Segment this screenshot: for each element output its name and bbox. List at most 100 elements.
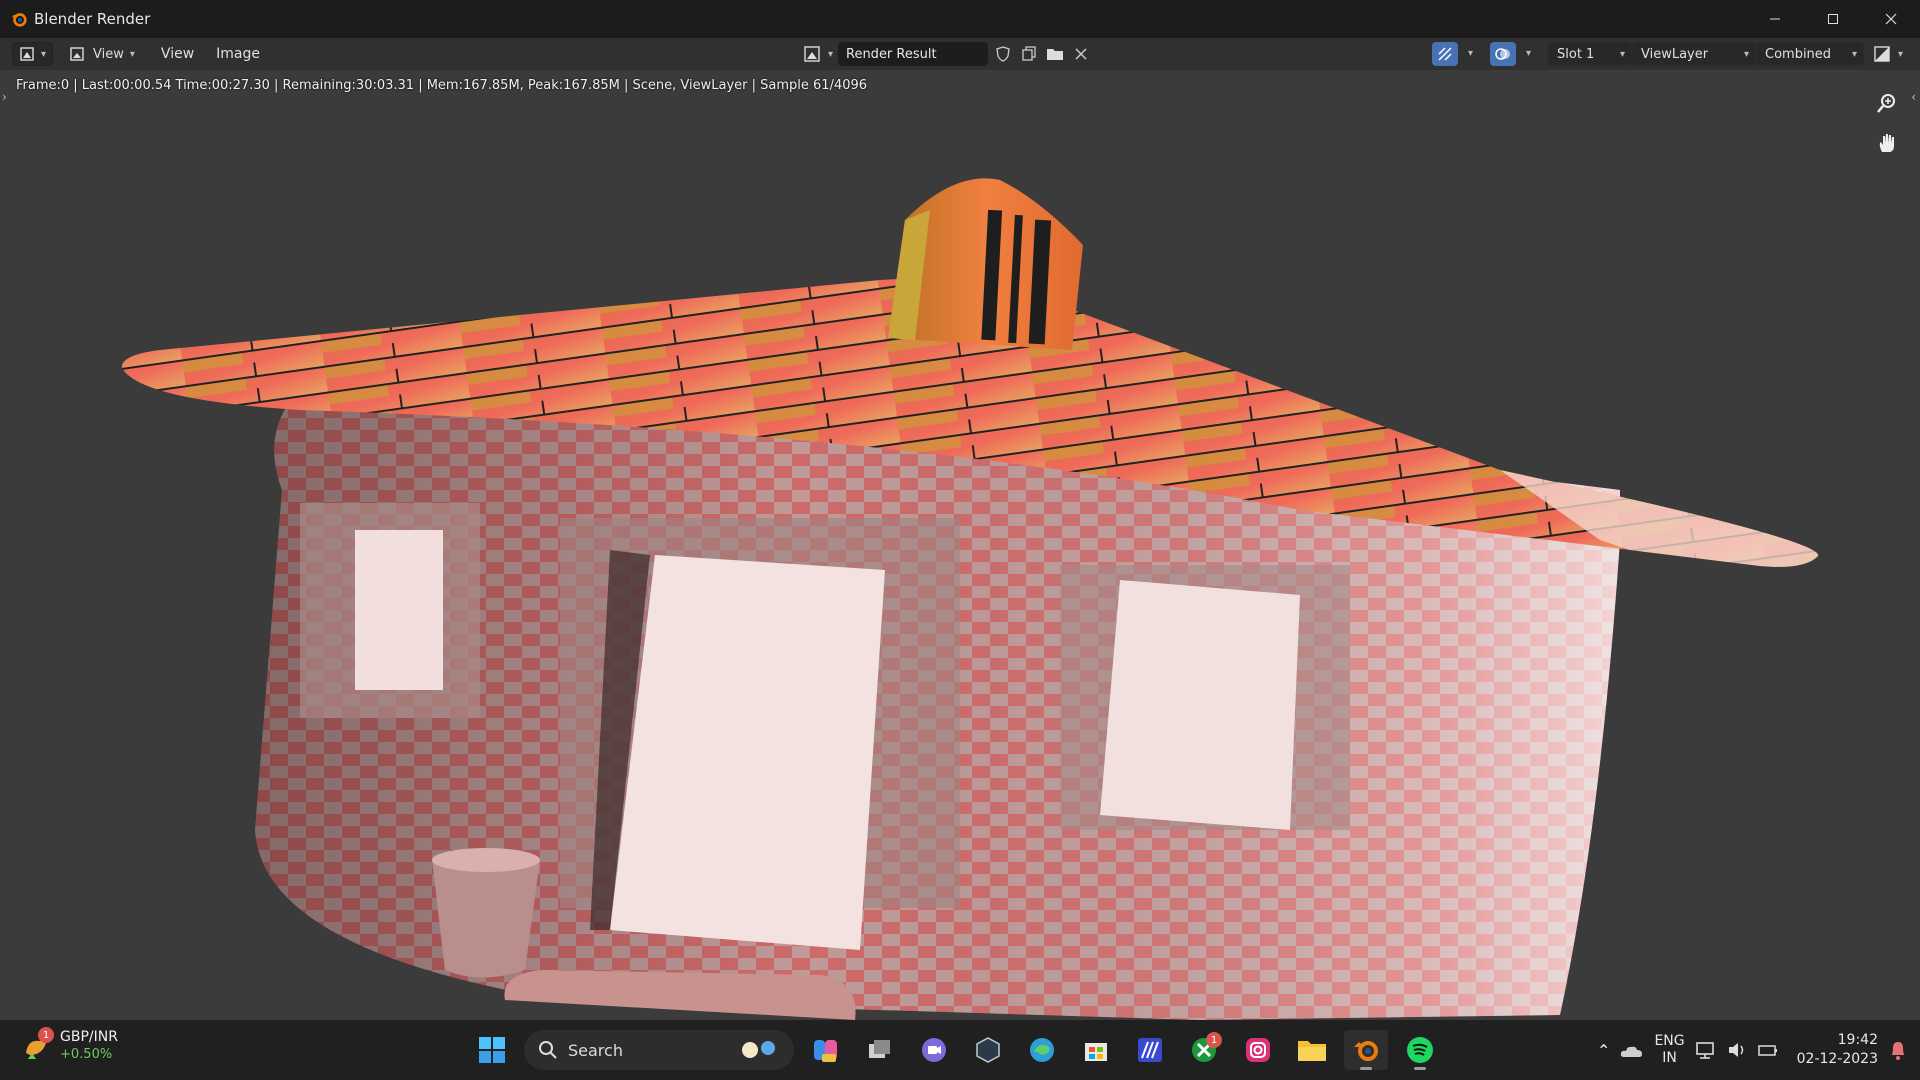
fake-user-button[interactable] <box>990 42 1016 66</box>
taskbar-app-edge[interactable] <box>1020 1030 1064 1070</box>
browse-image-button[interactable]: ▾ <box>798 42 839 66</box>
currency-icon: 1 <box>22 1027 54 1061</box>
image-view-icon <box>70 47 84 61</box>
overlay-icon <box>1495 48 1510 60</box>
clock[interactable]: 19:42 02-12-2023 <box>1797 1031 1878 1069</box>
chevron-down-icon: ▾ <box>129 48 135 60</box>
window-title: Blender Render <box>34 10 151 28</box>
editor-type-button[interactable]: ▾ <box>12 42 54 66</box>
window-controls <box>1746 0 1920 38</box>
ticker: GBP/INR +0.50% <box>60 1028 118 1064</box>
ticker-change: +0.50% <box>60 1047 113 1062</box>
script-app-icon <box>1138 1038 1162 1062</box>
render-pass-dropdown[interactable]: Combined ▾ <box>1756 42 1864 66</box>
onedrive-icon[interactable] <box>1620 1041 1644 1059</box>
image-editor-icon <box>20 47 34 61</box>
folder-icon <box>1298 1041 1326 1061</box>
notification-bell-icon[interactable] <box>1888 1039 1908 1061</box>
close-button[interactable] <box>1862 0 1920 38</box>
zoom-icon <box>1877 94 1895 113</box>
stock-widget[interactable]: 1 GBP/INR +0.50% <box>22 1027 118 1064</box>
ticker-symbol: GBP/INR <box>60 1029 118 1045</box>
taskbar-apps: Search 1 <box>470 1030 1442 1070</box>
new-image-button[interactable] <box>1016 42 1042 66</box>
chevron-down-icon: ▾ <box>41 48 47 60</box>
chevron-down-icon: ▾ <box>828 48 834 60</box>
taskbar-app-task-view[interactable] <box>858 1030 902 1070</box>
taskbar-app-copilot[interactable] <box>804 1030 848 1070</box>
chevron-down-icon[interactable]: ▾ <box>1468 48 1473 59</box>
search-label: Search <box>568 1040 623 1060</box>
tray-overflow-button[interactable]: ⌃ <box>1597 1041 1610 1060</box>
right-panel-toggle-icon[interactable]: ‹ <box>1911 90 1916 104</box>
volume-icon[interactable] <box>1727 1040 1747 1060</box>
hand-icon <box>1879 134 1894 152</box>
taskbar-app-zoom[interactable] <box>912 1030 956 1070</box>
instagram-icon <box>1246 1038 1270 1062</box>
render-stats: Frame:0 | Last:00:00.54 Time:00:27.30 | … <box>16 78 868 93</box>
taskbar-app-instagram[interactable] <box>1236 1030 1280 1070</box>
render-image <box>121 178 1819 1020</box>
view-layer-label: ViewLayer <box>1641 46 1709 62</box>
view-mode-dropdown[interactable]: View ▾ <box>63 42 141 66</box>
overlay-toggle-button[interactable] <box>1490 42 1516 66</box>
taskbar-app-blender[interactable] <box>1344 1030 1388 1070</box>
view-layer-dropdown[interactable]: ViewLayer ▾ <box>1632 42 1756 66</box>
active-indicator <box>1414 1067 1426 1070</box>
render-viewport[interactable]: Frame:0 | Last:00:00.54 Time:00:27.30 | … <box>0 70 1920 1020</box>
blender-window: Blender Render ▾ View ▾ View Image ▾ Ren… <box>0 0 1920 1020</box>
minimize-button[interactable] <box>1746 0 1804 38</box>
image-name-field[interactable]: Render Result <box>838 42 988 66</box>
battery-icon[interactable] <box>1757 1040 1779 1060</box>
store-icon <box>1085 1043 1107 1061</box>
slot-dropdown[interactable]: Slot 1 ▾ <box>1548 42 1632 66</box>
search-icon <box>539 1041 557 1059</box>
taskbar-search[interactable]: Search <box>524 1030 794 1070</box>
language-line-1: ENG <box>1654 1033 1685 1049</box>
image-browse-icon <box>804 46 820 62</box>
left-panel-toggle-icon[interactable]: › <box>2 90 7 104</box>
render-pass-label: Combined <box>1765 46 1832 62</box>
slot-label: Slot 1 <box>1557 46 1595 62</box>
taskbar-app-obs[interactable] <box>966 1030 1010 1070</box>
folder-icon <box>1047 49 1063 60</box>
system-tray: ⌃ ENG IN 19:42 02-12-2023 <box>1597 1020 1908 1080</box>
shield-icon <box>996 46 1010 62</box>
taskbar-app-file-explorer[interactable] <box>1290 1030 1334 1070</box>
blender-logo-icon <box>11 13 27 27</box>
spotify-icon <box>1407 1037 1433 1063</box>
unlink-image-button[interactable] <box>1068 42 1094 66</box>
minimize-icon <box>1770 18 1780 20</box>
pan-view-button[interactable] <box>1870 126 1904 160</box>
chevron-down-icon: ▾ <box>1898 48 1904 60</box>
gizmo-toggle-button[interactable] <box>1432 42 1458 66</box>
network-icon[interactable] <box>1695 1040 1717 1060</box>
chevron-down-icon: ▾ <box>1619 48 1625 60</box>
blender-icon <box>1354 1041 1378 1061</box>
active-indicator <box>1360 1067 1372 1070</box>
edge-icon <box>1030 1038 1054 1062</box>
taskbar-app-ahk[interactable] <box>1128 1030 1172 1070</box>
chevron-down-icon: ▾ <box>1851 48 1857 60</box>
maximize-icon <box>1828 14 1838 24</box>
duplicate-icon <box>1022 46 1036 61</box>
start-button[interactable] <box>470 1030 514 1070</box>
windows-start-icon <box>479 1037 505 1063</box>
menu-view[interactable]: View <box>151 46 204 62</box>
menu-image[interactable]: Image <box>206 46 270 62</box>
chevron-down-icon: ▾ <box>1743 48 1749 60</box>
maximize-button[interactable] <box>1804 0 1862 38</box>
display-channels-button[interactable]: ▾ <box>1868 42 1909 66</box>
language-indicator[interactable]: ENG IN <box>1654 1033 1684 1067</box>
taskbar-app-store[interactable] <box>1074 1030 1118 1070</box>
widget-badge: 1 <box>38 1027 54 1043</box>
open-image-button[interactable] <box>1042 42 1068 66</box>
taskbar-app-spotify[interactable] <box>1398 1030 1442 1070</box>
zoom-view-button[interactable] <box>1870 86 1904 120</box>
obs-icon <box>976 1037 1000 1063</box>
xbox-badge: 1 <box>1206 1032 1222 1048</box>
image-editor-header: ▾ View ▾ View Image ▾ Render Result ▾ ▾ … <box>0 38 1920 70</box>
taskbar-app-xbox[interactable]: 1 <box>1182 1030 1226 1070</box>
gizmo-icon <box>1438 47 1452 61</box>
chevron-down-icon[interactable]: ▾ <box>1526 48 1531 59</box>
